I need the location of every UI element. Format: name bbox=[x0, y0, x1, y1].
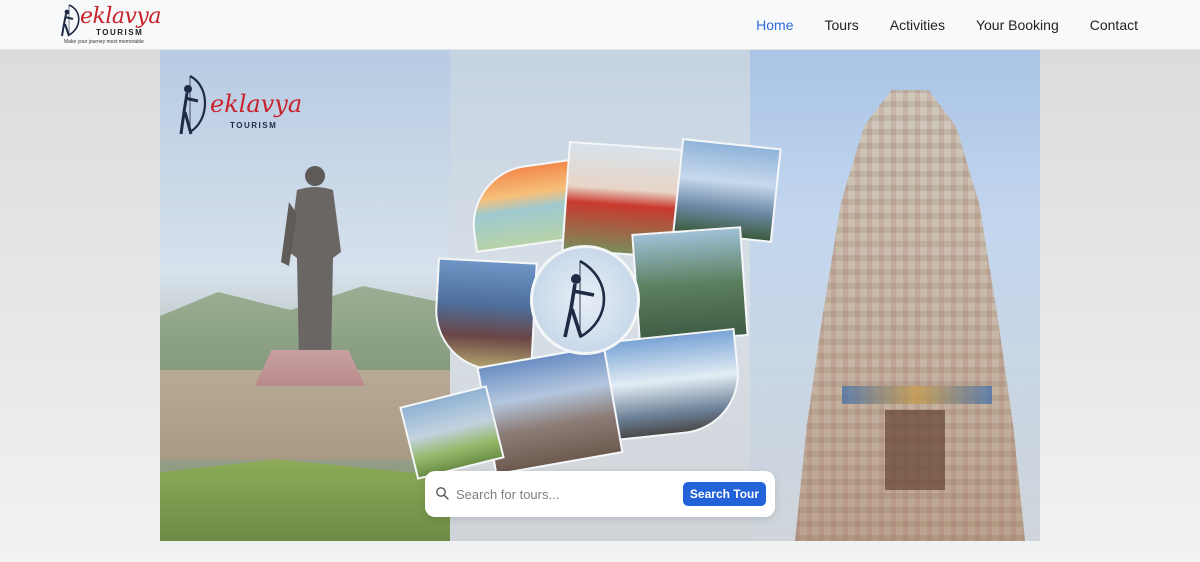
collage-photo-hiker bbox=[432, 257, 538, 373]
hero-panel-statue: eklavya TOURISM bbox=[160, 50, 450, 541]
nav-contact[interactable]: Contact bbox=[1090, 17, 1138, 33]
hero-logo-name: eklavya bbox=[210, 90, 303, 118]
photo-collage bbox=[399, 135, 782, 485]
hero-banner: eklavya TOURISM bbox=[160, 50, 1040, 541]
temple-door-image bbox=[885, 410, 945, 490]
statue-image bbox=[281, 166, 341, 362]
main-nav: Home Tours Activities Your Booking Conta… bbox=[756, 0, 1138, 50]
archer-icon bbox=[563, 259, 606, 339]
hero-logo-subtitle: TOURISM bbox=[230, 121, 278, 130]
temple-gate-image bbox=[842, 386, 992, 404]
search-icon bbox=[436, 487, 449, 500]
brand-tagline: Make your journey most memorable bbox=[64, 39, 144, 45]
nav-activities[interactable]: Activities bbox=[890, 17, 945, 33]
nav-tours[interactable]: Tours bbox=[825, 17, 859, 33]
hillside-image bbox=[160, 459, 450, 541]
search-tour-button[interactable]: Search Tour bbox=[683, 482, 766, 506]
tour-search-bar: Search Tour bbox=[425, 471, 775, 517]
pedestal-image bbox=[255, 350, 365, 386]
collage-photo-traveller bbox=[631, 226, 749, 344]
brand-subtitle: TOURISM bbox=[96, 28, 144, 37]
search-input[interactable] bbox=[456, 483, 676, 505]
brand-name: eklavya bbox=[80, 4, 161, 29]
site-header: eklavya TOURISM Make your journey most m… bbox=[0, 0, 1200, 50]
nav-home[interactable]: Home bbox=[756, 17, 793, 33]
hero-logo: eklavya TOURISM bbox=[178, 72, 302, 142]
archer-icon bbox=[179, 75, 206, 135]
collage-photo-lighthouse bbox=[399, 385, 505, 480]
hero-panel-temple bbox=[750, 50, 1040, 541]
brand-logo[interactable]: eklavya TOURISM Make your journey most m… bbox=[60, 2, 161, 48]
nav-your-booking[interactable]: Your Booking bbox=[976, 17, 1059, 33]
